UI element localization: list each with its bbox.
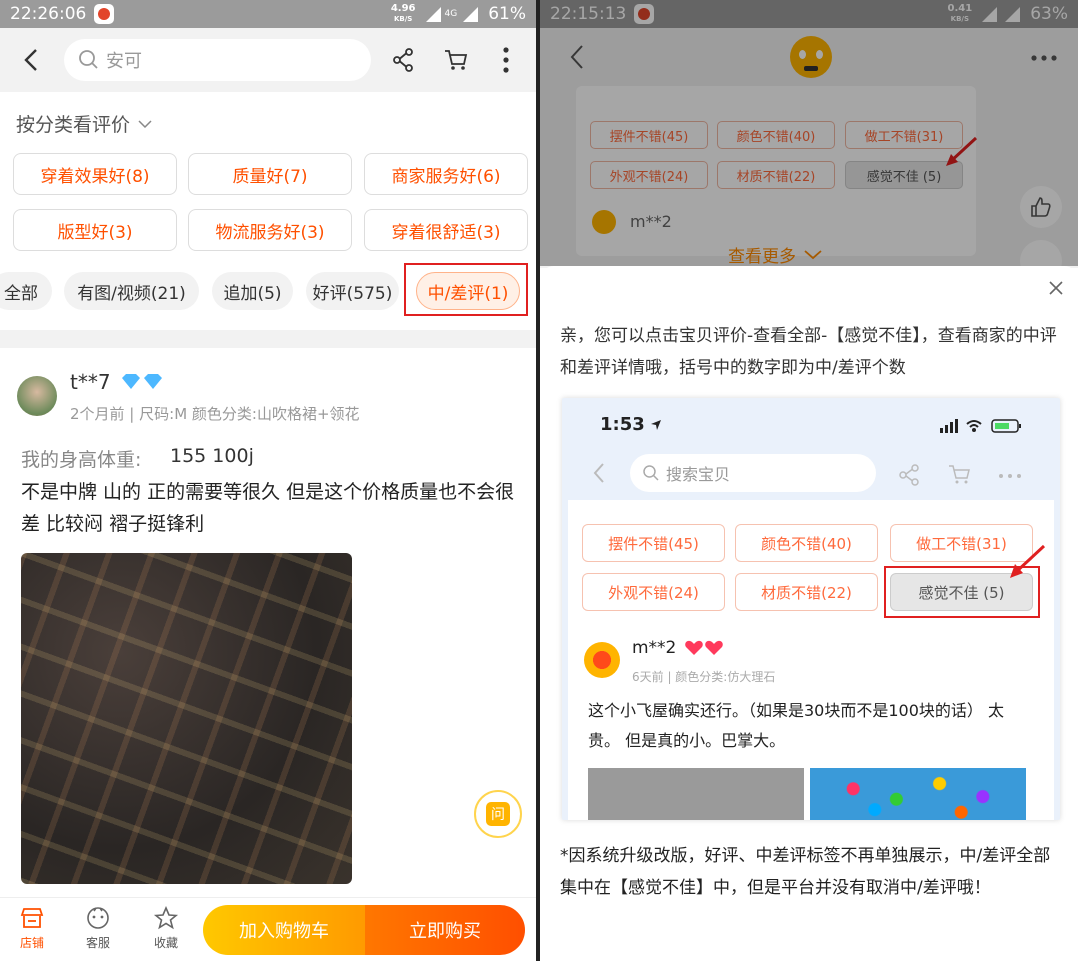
status-bar: 22:26:06 4.96 KB/S 4G 61%	[0, 0, 536, 28]
signal-icon	[425, 6, 441, 22]
ask-button[interactable]: 问	[474, 790, 522, 838]
example-search-icon	[643, 465, 659, 481]
review-user-row: t**7	[70, 370, 165, 394]
example-tag: 外观不错(24)	[582, 573, 725, 611]
height-label: 我的身高体重:	[21, 449, 142, 471]
buy-now-button[interactable]: 立即购买	[365, 905, 525, 955]
example-more-icon	[999, 474, 1021, 478]
star-icon	[153, 905, 179, 930]
ask-icon: 问	[486, 802, 510, 826]
category-tag[interactable]: 商家服务好(6)	[364, 153, 528, 195]
favorite-label: 收藏	[153, 936, 178, 950]
example-screenshot: 1:53 搜索宝贝 摆件不错(45) 颜色不错(40) 做工不错(31) 外观不…	[562, 398, 1060, 820]
status-time: 22:26:06	[10, 4, 87, 24]
shop-icon	[20, 908, 44, 928]
search-input[interactable]: 安可	[64, 39, 371, 81]
section-divider	[0, 330, 536, 348]
service-icon	[87, 907, 109, 929]
upgrade-note: *因系统升级改版，好评、中差评标签不再单独展示，中/差评全部集中在【感觉不佳】中…	[560, 846, 1051, 898]
example-tag: 摆件不错(45)	[582, 524, 725, 562]
cart-icon[interactable]	[443, 48, 469, 72]
filter-with-media[interactable]: 有图/视频(21)	[64, 272, 199, 310]
customer-service-button[interactable]: 客服	[80, 906, 116, 951]
category-tag[interactable]: 穿着效果好(8)	[13, 153, 177, 195]
share-icon[interactable]	[392, 48, 414, 72]
example-tag: 材质不错(22)	[735, 573, 878, 611]
example-user-row: m**2	[632, 638, 724, 658]
example-review-text: 这个小飞屋确实还行。（如果是30块而不是100块的话） 太贵。 但是真的小。巴掌…	[588, 701, 1004, 750]
diamond-badge-icon	[121, 374, 162, 389]
filter-negative[interactable]: 中/差评(1)	[416, 272, 520, 310]
example-phone: 1:53 搜索宝贝 摆件不错(45) 颜色不错(40) 做工不错(31) 外观不…	[568, 398, 1054, 820]
back-arrow-icon[interactable]	[22, 48, 42, 72]
category-tag[interactable]: 穿着很舒适(3)	[364, 209, 528, 251]
example-avatar	[584, 642, 620, 678]
location-arrow-icon	[650, 419, 661, 430]
filter-all[interactable]: 全部	[0, 272, 52, 310]
example-back-icon	[592, 462, 606, 484]
review-meta: 2个月前 | 尺码:M 颜色分类:山吹格裙+领花	[70, 405, 360, 423]
net-speed: 4.96 KB/S	[390, 3, 416, 24]
example-search: 搜索宝贝	[630, 454, 876, 492]
example-photo-1	[588, 768, 804, 820]
right-screenshot: 22:15:13 0.41 KB/S 63% 摆件不错(45) 颜色不错(40) …	[540, 0, 1078, 961]
review-username: t**7	[70, 370, 111, 394]
info-sheet: 亲，您可以点击宝贝评价-查看全部-【感觉不佳】，查看商家的中评和差评详情哦，括号…	[540, 266, 1078, 961]
height-value: 155 100j	[170, 445, 254, 467]
bottom-bar: 店铺 客服 收藏 加入购物车 立即购买	[0, 897, 536, 961]
heart-badge-icon	[685, 640, 724, 655]
top-nav: 安可	[0, 28, 536, 92]
close-icon[interactable]	[1048, 280, 1064, 296]
chevron-down-icon	[138, 119, 152, 128]
filter-heading[interactable]: 按分类看评价	[16, 110, 152, 137]
category-tag[interactable]: 物流服务好(3)	[188, 209, 352, 251]
network-type: 4G	[444, 9, 458, 19]
battery-level: 61%	[488, 4, 526, 24]
example-cart-icon	[949, 465, 970, 484]
example-photo-2	[810, 768, 1026, 820]
shop-label: 店铺	[19, 936, 44, 950]
search-placeholder: 安可	[106, 51, 142, 72]
search-icon	[79, 50, 98, 69]
shop-button[interactable]: 店铺	[14, 906, 50, 951]
favorite-button[interactable]: 收藏	[148, 905, 184, 951]
category-tag[interactable]: 版型好(3)	[13, 209, 177, 251]
filter-positive[interactable]: 好评(575)	[306, 272, 399, 310]
more-vertical-icon[interactable]	[502, 46, 510, 74]
example-search-placeholder: 搜索宝贝	[666, 465, 731, 484]
left-screenshot: 22:26:06 4.96KB/S 4G 61% 安可 按分类看评价 穿着效果	[0, 0, 536, 961]
example-time: 1:53	[600, 414, 662, 435]
example-share-icon	[899, 464, 919, 486]
help-message: 亲，您可以点击宝贝评价-查看全部-【感觉不佳】，查看商家的中评和差评详情哦，括号…	[560, 326, 1057, 378]
avatar[interactable]	[17, 376, 57, 416]
status-icons	[940, 419, 1021, 433]
example-tag: 颜色不错(40)	[735, 524, 878, 562]
review-photo[interactable]	[21, 553, 352, 884]
signal-icon-2	[463, 6, 479, 22]
filter-followup[interactable]: 追加(5)	[212, 272, 293, 310]
example-arrow-annotation	[1010, 544, 1046, 578]
dim-overlay	[540, 0, 1078, 266]
example-meta: 6天前 | 颜色分类:仿大理石	[632, 670, 776, 684]
weibo-app-icon	[94, 4, 115, 24]
review-text: 不是中牌 山的 正的需要等很久 但是这个价格质量也不会很差 比较闷 褶子挺锋利	[21, 481, 515, 535]
service-label: 客服	[85, 936, 110, 950]
add-to-cart-button[interactable]: 加入购物车	[203, 905, 365, 955]
category-tag[interactable]: 质量好(7)	[188, 153, 352, 195]
